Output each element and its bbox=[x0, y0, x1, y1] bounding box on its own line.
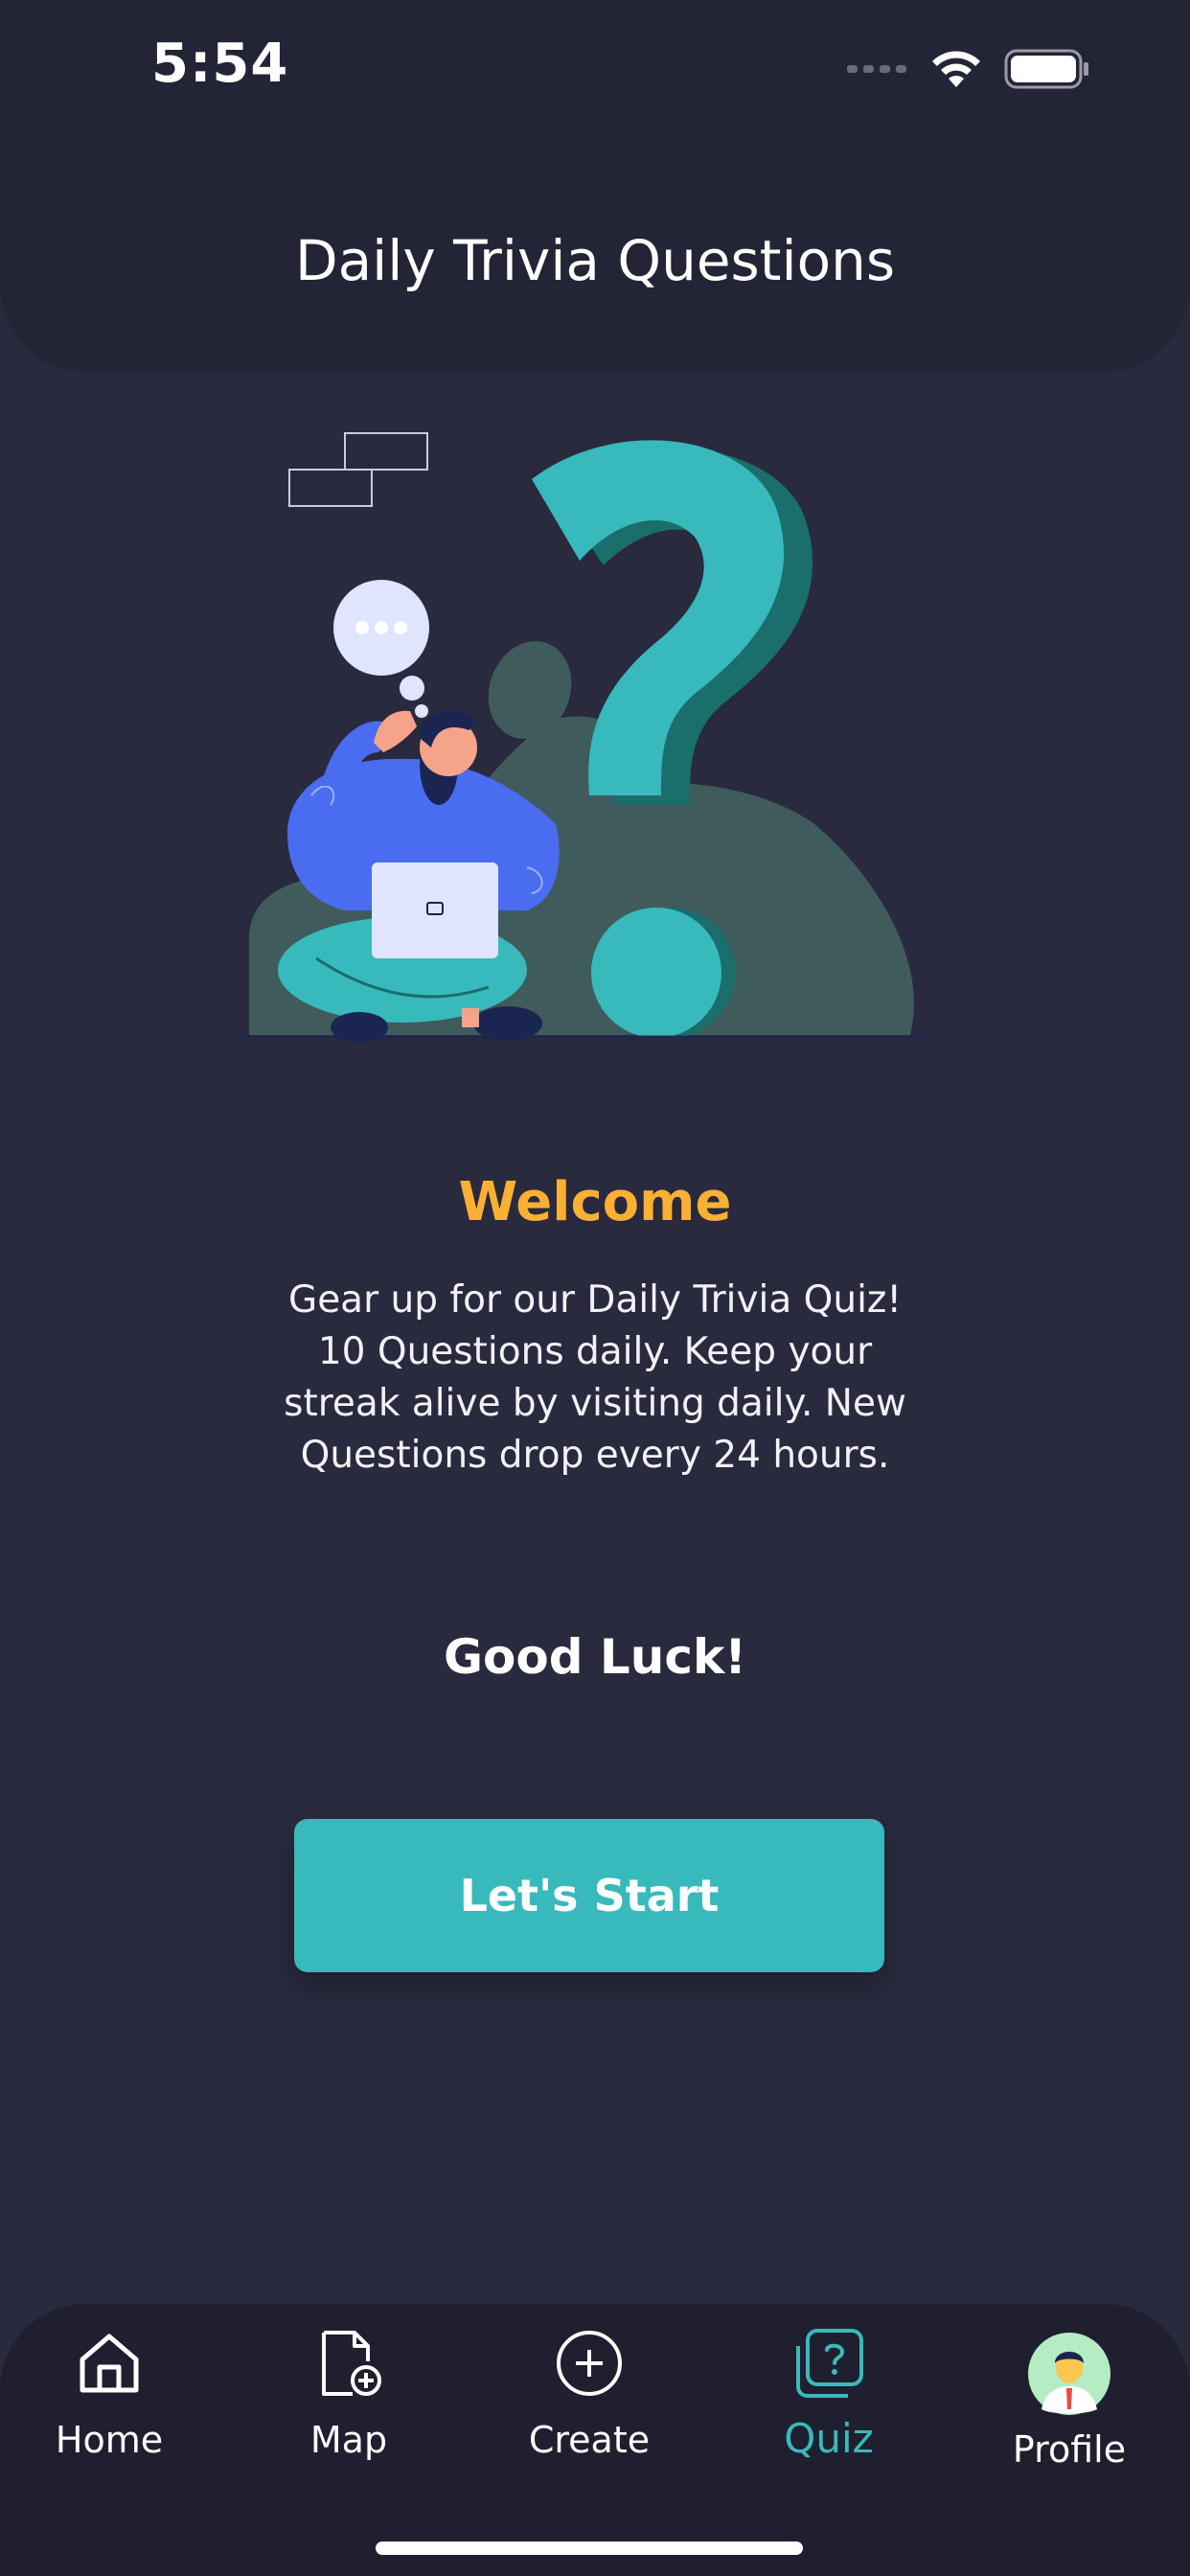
page-title: Daily Trivia Questions bbox=[294, 228, 896, 293]
nav-label-profile: Profile bbox=[1012, 2428, 1127, 2471]
confused-person-illustration bbox=[240, 432, 929, 1043]
good-luck-text: Good Luck! bbox=[443, 1629, 747, 1685]
status-icons bbox=[847, 42, 1090, 96]
nav-item-home[interactable]: Home bbox=[0, 2304, 229, 2515]
battery-icon bbox=[1004, 49, 1088, 89]
avatar bbox=[1028, 2333, 1110, 2415]
nav-label-map: Map bbox=[309, 2419, 388, 2461]
quiz-screen: Daily Trivia Questions 5:54 Welcome Gear… bbox=[0, 0, 1190, 2576]
document-add-icon bbox=[322, 2331, 381, 2396]
lets-start-button[interactable]: Let's Start bbox=[294, 1819, 884, 1972]
plus-circle-icon bbox=[557, 2331, 622, 2396]
nav-item-map[interactable]: Map bbox=[229, 2304, 469, 2515]
bottom-nav: Home Map Create Quiz Profile bbox=[0, 2304, 1190, 2576]
quiz-description: Gear up for our Daily Trivia Quiz! 10 Qu… bbox=[284, 1278, 906, 1477]
nav-label-create: Create bbox=[528, 2419, 651, 2461]
nav-item-quiz[interactable]: Quiz bbox=[709, 2304, 949, 2515]
cellular-signal-icon bbox=[847, 65, 906, 73]
quiz-icon bbox=[796, 2329, 863, 2398]
status-time: 5:54 bbox=[151, 33, 289, 95]
home-icon bbox=[80, 2334, 139, 2393]
nav-label-home: Home bbox=[55, 2419, 164, 2461]
status-bar: 5:54 bbox=[0, 0, 1190, 134]
nav-item-create[interactable]: Create bbox=[469, 2304, 709, 2515]
home-indicator bbox=[376, 2542, 803, 2555]
welcome-heading: Welcome bbox=[458, 1171, 732, 1233]
wifi-icon bbox=[932, 51, 980, 87]
nav-item-profile[interactable]: Profile bbox=[950, 2304, 1189, 2515]
nav-label-quiz: Quiz bbox=[784, 2415, 874, 2462]
